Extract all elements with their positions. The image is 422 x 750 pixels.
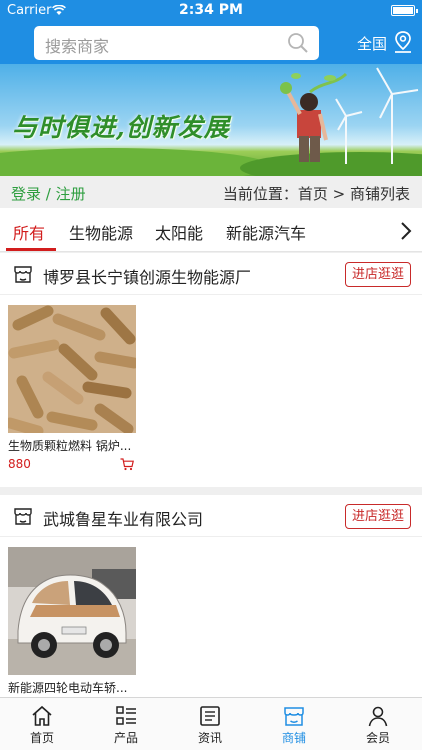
header-bar: Carrier 2:34 PM 搜索商家 全国 — [0, 0, 422, 64]
nav-label-products[interactable]: 产品 — [84, 729, 168, 746]
products-icon[interactable] — [115, 705, 137, 731]
login-link[interactable]: 登录 — [11, 185, 41, 203]
register-link[interactable]: 注册 — [56, 185, 86, 203]
store-icon — [13, 264, 33, 288]
nav-label-home[interactable]: 首页 — [0, 729, 84, 746]
status-bar: Carrier 2:34 PM — [0, 0, 422, 22]
tab-bioenergy[interactable]: 生物能源 — [69, 220, 133, 244]
nav-label-shops[interactable]: 商铺 — [252, 729, 336, 746]
nav-item-products[interactable]: 产品 — [84, 698, 168, 750]
search-input[interactable]: 搜索商家 — [45, 33, 109, 57]
banner-slogan: 与时俱进,创新发展 — [12, 113, 230, 142]
store-icon — [13, 506, 33, 530]
search-icon[interactable] — [287, 32, 309, 58]
shop-card: 武城鲁星车业有限公司 进店逛逛 新能源四轮电动车轿... — [0, 495, 422, 697]
product-item[interactable]: 新能源四轮电动车轿... — [8, 547, 136, 696]
region-label[interactable]: 全国 — [357, 33, 387, 54]
home-icon[interactable] — [31, 705, 53, 731]
breadcrumb-bar: 登录 / 注册 当前位置：首页 > 商铺列表 — [0, 176, 422, 208]
product-image[interactable] — [8, 547, 136, 675]
member-icon[interactable] — [367, 705, 389, 731]
app-screen: Carrier 2:34 PM 搜索商家 全国 与时俱进,创新发展 登录 / 注… — [0, 0, 422, 750]
chevron-right-icon[interactable] — [400, 221, 412, 245]
nav-item-home[interactable]: 首页 — [0, 698, 84, 750]
product-price: 880 — [8, 457, 31, 471]
active-tab-indicator — [6, 248, 56, 251]
bottom-nav: 首页 产品 资讯 商铺 会员 — [0, 697, 422, 750]
tab-all[interactable]: 所有 — [13, 220, 45, 244]
auth-links: 登录 / 注册 — [11, 183, 86, 204]
tab-new-energy-vehicles[interactable]: 新能源汽车 — [226, 220, 306, 244]
cart-icon[interactable] — [120, 458, 134, 474]
product-price-row: 880 — [8, 457, 136, 473]
nav-item-shops[interactable]: 商铺 — [252, 698, 336, 750]
battery-icon — [391, 5, 418, 16]
nav-item-member[interactable]: 会员 — [336, 698, 420, 750]
shop-name[interactable]: 博罗县长宁镇创源生物能源厂 — [43, 264, 251, 288]
category-tabs: 所有 生物能源 太阳能 新能源汽车 — [0, 208, 422, 252]
nav-label-member[interactable]: 会员 — [336, 729, 420, 746]
shop-card-header[interactable]: 博罗县长宁镇创源生物能源厂 进店逛逛 — [0, 253, 422, 295]
status-time: 2:34 PM — [179, 2, 243, 18]
breadcrumb: 当前位置：首页 > 商铺列表 — [222, 185, 410, 203]
news-icon[interactable] — [199, 705, 221, 731]
product-title[interactable]: 生物质颗粒燃料 锅炉... — [8, 437, 136, 454]
search-box[interactable]: 搜索商家 — [34, 26, 319, 60]
product-item[interactable]: 生物质颗粒燃料 锅炉... 880 — [8, 305, 136, 473]
shop-card-header[interactable]: 武城鲁星车业有限公司 进店逛逛 — [0, 495, 422, 537]
tab-solar[interactable]: 太阳能 — [155, 220, 203, 244]
promo-banner[interactable]: 与时俱进,创新发展 — [0, 64, 422, 176]
shop-name[interactable]: 武城鲁星车业有限公司 — [43, 506, 203, 530]
location-pin-icon[interactable] — [392, 30, 414, 58]
visit-shop-button[interactable]: 进店逛逛 — [344, 504, 411, 529]
nav-item-news[interactable]: 资讯 — [168, 698, 252, 750]
product-image[interactable] — [8, 305, 136, 433]
shop-card: 博罗县长宁镇创源生物能源厂 进店逛逛 生物质颗粒燃料 锅炉... 880 — [0, 253, 422, 487]
shop-icon[interactable] — [283, 705, 305, 731]
auth-separator: / — [45, 185, 51, 203]
visit-shop-button[interactable]: 进店逛逛 — [344, 262, 411, 287]
product-title[interactable]: 新能源四轮电动车轿... — [8, 679, 136, 696]
nav-label-news[interactable]: 资讯 — [168, 729, 252, 746]
